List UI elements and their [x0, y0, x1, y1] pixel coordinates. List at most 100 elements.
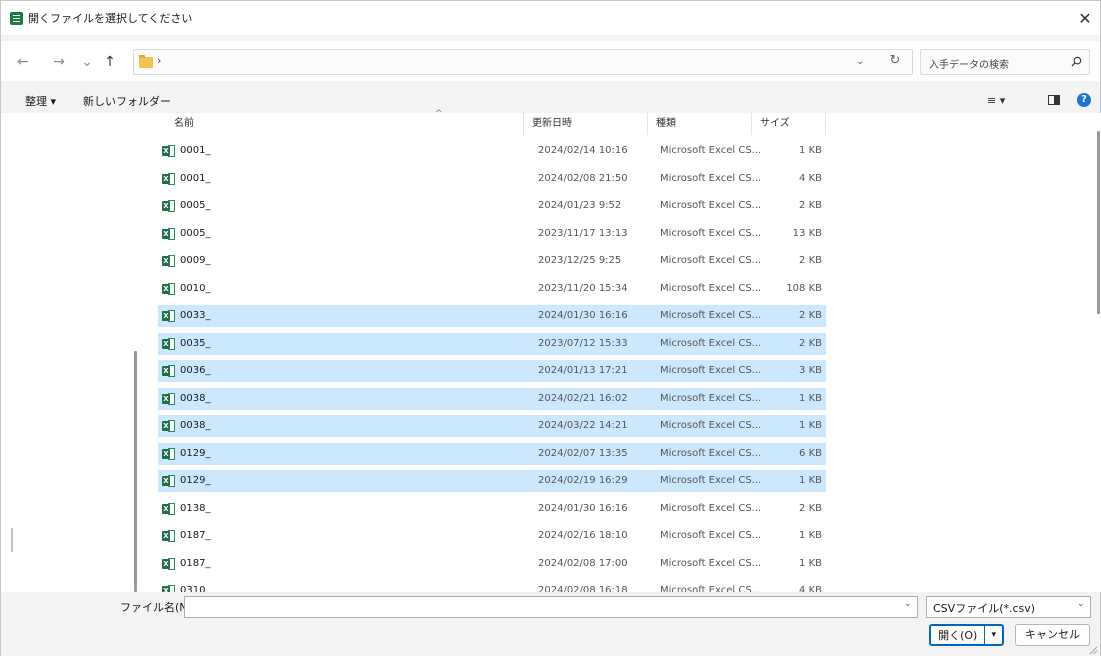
- file-type-dropdown-icon[interactable]: ⌄: [1077, 599, 1085, 609]
- file-row[interactable]: X 0001_ 2024/02/14 10:16 Microsoft Excel CS…: [158, 140, 826, 162]
- file-size: 1 KB: [799, 420, 822, 431]
- navigation-pane-splitter[interactable]: [11, 528, 13, 552]
- file-name: 0036_: [180, 365, 211, 376]
- view-options-icon[interactable]: ≡ ▾: [987, 94, 1013, 107]
- file-row[interactable]: X 0035_ 2023/07/12 15:33 Microsoft Excel CS…: [158, 332, 826, 355]
- excel-csv-file-icon: X: [162, 365, 175, 377]
- cancel-button[interactable]: キャンセル: [1015, 624, 1090, 646]
- filename-input[interactable]: [184, 596, 918, 618]
- file-size: 1 KB: [799, 392, 822, 404]
- column-header-type[interactable]: 種類: [648, 113, 752, 135]
- file-row[interactable]: X 0010_ 2023/11/20 15:34 Microsoft Excel CS…: [158, 278, 826, 300]
- file-name: 0005_: [180, 227, 211, 239]
- file-modified-date: 2024/02/14 10:16: [538, 145, 628, 156]
- file-type-select[interactable]: CSVファイル(*.csv): [926, 596, 1091, 618]
- file-row[interactable]: X 0129_ 2024/02/07 13:35 Microsoft Excel CS…: [158, 442, 826, 465]
- file-row[interactable]: X 0129_ 2024/02/19 16:29 Microsoft Excel CS…: [158, 470, 826, 492]
- file-row[interactable]: X 0038_ 2024/03/22 14:21 Microsoft Excel CS…: [158, 415, 826, 437]
- excel-csv-file-icon: X: [162, 502, 175, 515]
- file-type: Microsoft Excel CS...: [660, 227, 760, 239]
- help-icon[interactable]: ?: [1077, 93, 1091, 107]
- excel-csv-file-icon: X: [162, 227, 175, 240]
- file-modified-date: 2024/01/30 16:16: [538, 502, 628, 514]
- organize-button[interactable]: 整理 ▾: [25, 93, 56, 109]
- close-button[interactable]: ✕: [1070, 1, 1100, 35]
- file-size: 13 KB: [792, 227, 822, 239]
- search-icon[interactable]: [1071, 56, 1082, 67]
- file-type: Microsoft Excel CS...: [660, 420, 760, 431]
- open-file-dialog: 開くファイルを選択してください ✕ ← → ⌄ ↑ › ⌄ ↻ 入手データの検索…: [0, 0, 1101, 656]
- excel-csv-file-icon: X: [162, 420, 175, 432]
- back-button[interactable]: ←: [15, 54, 31, 70]
- file-row[interactable]: X 0033_ 2024/01/30 16:16 Microsoft Excel CS…: [158, 305, 826, 327]
- file-type: Microsoft Excel CS...: [660, 172, 760, 184]
- file-type: Microsoft Excel CS...: [660, 255, 760, 266]
- address-dropdown-button[interactable]: ⌄: [856, 56, 864, 67]
- column-header-date[interactable]: 更新日時: [524, 113, 648, 135]
- file-size: 2 KB: [799, 310, 822, 321]
- recent-locations-button[interactable]: ⌄: [79, 54, 95, 70]
- excel-csv-file-icon: X: [162, 392, 175, 405]
- file-row[interactable]: X 0036_ 2024/01/13 17:21 Microsoft Excel CS…: [158, 360, 826, 382]
- file-type: Microsoft Excel CS...: [660, 502, 760, 514]
- file-name: 0038_: [180, 420, 211, 431]
- file-size: 2 KB: [799, 337, 822, 349]
- file-type: Microsoft Excel CS...: [660, 392, 760, 404]
- file-row[interactable]: X 0187_ 2024/02/08 17:00 Microsoft Excel CS…: [158, 553, 826, 575]
- refresh-button[interactable]: ↻: [885, 51, 905, 71]
- excel-csv-file-icon: X: [162, 172, 175, 185]
- file-row[interactable]: X 0001_ 2024/02/08 21:50 Microsoft Excel CS…: [158, 168, 826, 190]
- spreadsheet-app-icon: [10, 11, 23, 25]
- file-name: 0033_: [180, 310, 211, 321]
- search-input[interactable]: 入手データの検索: [920, 49, 1090, 75]
- file-name: 0035_: [180, 337, 211, 349]
- file-row[interactable]: X 0005_ 2024/01/23 9:52 Microsoft Excel CS.…: [158, 195, 826, 217]
- file-type: Microsoft Excel CS...: [660, 447, 760, 459]
- file-name: 0038_: [180, 392, 211, 404]
- file-row[interactable]: X 0009_ 2023/12/25 9:25 Microsoft Excel CS.…: [158, 250, 826, 272]
- column-header-name[interactable]: 名前: [166, 113, 524, 135]
- open-button-label[interactable]: 開く(O): [931, 627, 984, 643]
- new-folder-button[interactable]: 新しいフォルダー: [83, 93, 171, 109]
- open-button[interactable]: 開く(O) ▾: [929, 624, 1004, 646]
- file-row[interactable]: X 0138_ 2024/01/30 16:16 Microsoft Excel CS…: [158, 498, 826, 520]
- forward-button[interactable]: →: [51, 54, 67, 70]
- file-name: 0001_: [180, 172, 211, 184]
- file-row[interactable]: X 0005_ 2023/11/17 13:13 Microsoft Excel CS…: [158, 223, 826, 245]
- file-modified-date: 2024/02/07 13:35: [538, 447, 628, 459]
- breadcrumb-arrow[interactable]: ›: [157, 54, 161, 67]
- file-name: 0009_: [180, 255, 211, 266]
- file-modified-date: 2023/11/17 13:13: [538, 227, 628, 239]
- preview-pane-icon[interactable]: [1048, 95, 1060, 105]
- excel-csv-file-icon: X: [162, 255, 175, 267]
- column-header-size[interactable]: サイズ: [752, 113, 826, 135]
- file-modified-date: 2024/02/19 16:29: [538, 475, 628, 486]
- resize-grip[interactable]: [1087, 644, 1097, 654]
- file-row[interactable]: X 0038_ 2024/02/21 16:02 Microsoft Excel CS…: [158, 387, 826, 410]
- file-modified-date: 2024/02/08 17:00: [538, 557, 628, 569]
- file-name: 0010_: [180, 282, 211, 294]
- open-split-dropdown-button[interactable]: ▾: [984, 626, 1002, 644]
- excel-csv-file-icon: X: [162, 200, 175, 212]
- file-type: Microsoft Excel CS...: [660, 310, 760, 321]
- file-name: 0001_: [180, 145, 211, 156]
- file-size: 1 KB: [799, 145, 822, 156]
- file-size: 1 KB: [799, 557, 822, 569]
- up-button[interactable]: ↑: [102, 54, 118, 70]
- file-name: 0187_: [180, 557, 211, 569]
- file-list-scrollbar[interactable]: [1097, 131, 1100, 314]
- file-name: 0005_: [180, 200, 211, 211]
- navigation-pane[interactable]: [1, 113, 137, 592]
- address-bar[interactable]: ›: [133, 49, 913, 75]
- filename-dropdown-button[interactable]: ⌄: [904, 599, 912, 609]
- title-bar: 開くファイルを選択してください ✕: [1, 1, 1100, 35]
- file-row[interactable]: X 0187_ 2024/02/16 18:10 Microsoft Excel CS…: [158, 525, 826, 547]
- file-size: 1 KB: [799, 530, 822, 541]
- excel-csv-file-icon: X: [162, 530, 175, 542]
- file-size: 1 KB: [799, 475, 822, 486]
- file-modified-date: 2024/02/21 16:02: [538, 392, 628, 404]
- file-list[interactable]: ^ 名前 更新日時 種類 サイズ X 0001_ 2024/02/14 10:16 M…: [137, 109, 1101, 597]
- file-modified-date: 2024/01/23 9:52: [538, 200, 622, 211]
- excel-csv-file-icon: X: [162, 282, 175, 295]
- file-size: 2 KB: [799, 502, 822, 514]
